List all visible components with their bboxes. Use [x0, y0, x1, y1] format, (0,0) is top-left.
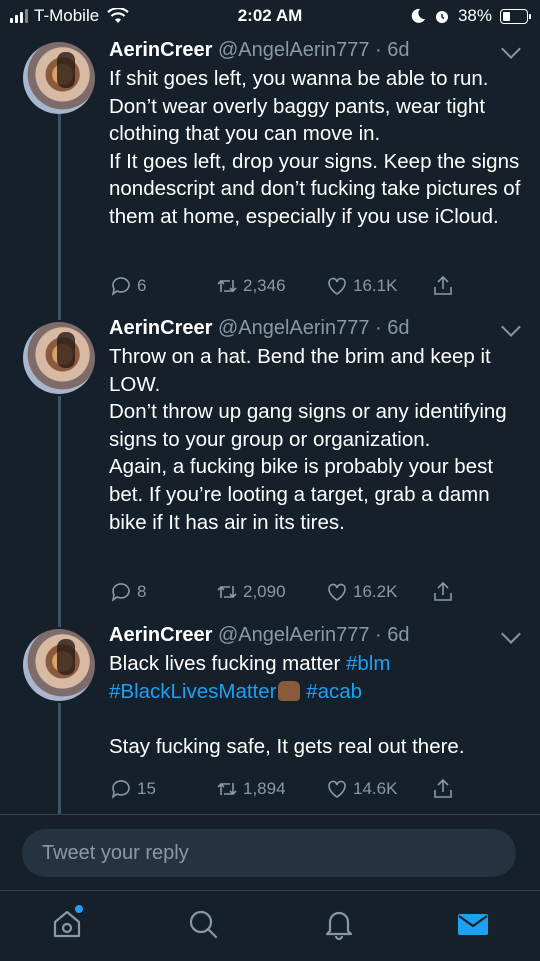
avatar[interactable]	[23, 322, 95, 394]
tweet-line: If It goes left, drop your signs. Keep t…	[109, 149, 521, 228]
tweet-actions: 8 2,090 16.2K	[109, 578, 489, 606]
retweet-count: 1,894	[243, 779, 286, 798]
tweet-header: AerinCreer @AngelAerin777 · 6d	[109, 39, 410, 61]
notifications-icon	[325, 911, 353, 941]
retweet-count: 2,090	[243, 582, 286, 601]
retweet-button[interactable]: 2,346	[215, 274, 286, 298]
reply-icon	[111, 780, 130, 799]
tweet-line: #BlackLivesMatter #acab	[109, 678, 524, 706]
reply-icon	[111, 277, 130, 296]
avatar[interactable]	[23, 42, 95, 114]
share-button[interactable]	[431, 274, 455, 298]
tweet-text: Black lives fucking matter #blm #BlackLi…	[109, 650, 524, 760]
author-name[interactable]: AerinCreer	[109, 39, 212, 61]
thread-line	[58, 615, 61, 627]
thread-line	[58, 703, 61, 814]
tweet-2[interactable]: AerinCreer @AngelAerin777 · 6d Throw on …	[0, 310, 540, 616]
like-button[interactable]: 16.2K	[325, 580, 397, 604]
thread-line	[58, 396, 61, 616]
share-icon	[434, 778, 452, 798]
author-handle[interactable]: @AngelAerin777	[218, 624, 370, 646]
hashtag-blacklivesmatter[interactable]: #BlackLivesMatter	[109, 680, 276, 703]
retweet-button[interactable]: 1,894	[215, 777, 286, 801]
thread-line	[58, 310, 61, 320]
tweet-age: 6d	[387, 317, 410, 339]
hashtag-acab[interactable]: #acab	[306, 680, 362, 703]
author-name[interactable]: AerinCreer	[109, 624, 212, 646]
share-button[interactable]	[431, 777, 455, 801]
tweet-header: AerinCreer @AngelAerin777 · 6d	[109, 317, 410, 339]
tweet-text: Throw on a hat. Bend the brim and keep i…	[109, 343, 524, 536]
tweet-age: 6d	[387, 624, 410, 646]
retweet-icon	[217, 279, 237, 293]
like-count: 16.1K	[353, 276, 398, 295]
share-icon	[434, 275, 452, 295]
like-count: 16.2K	[353, 582, 398, 601]
heart-icon	[328, 780, 346, 798]
like-button[interactable]: 14.6K	[325, 777, 397, 801]
tab-search[interactable]	[186, 907, 220, 941]
reply-input[interactable]: Tweet your reply	[22, 829, 516, 877]
like-button[interactable]: 16.1K	[325, 274, 397, 298]
tweet-actions: 15 1,894 14.6K	[109, 775, 489, 803]
notification-dot	[75, 905, 83, 913]
author-handle[interactable]: @AngelAerin777	[218, 317, 370, 339]
author-handle[interactable]: @AngelAerin777	[218, 39, 370, 61]
moon-icon	[411, 8, 425, 23]
alarm-icon	[435, 11, 448, 23]
tweet-age: 6d	[387, 39, 410, 61]
tweet-line: Black lives fucking matter #blm	[109, 650, 524, 678]
reply-count: 8	[137, 582, 147, 601]
author-name[interactable]: AerinCreer	[109, 317, 212, 339]
reply-button[interactable]: 6	[109, 274, 146, 298]
tweet-line: Don’t throw up gang signs or any identif…	[109, 400, 507, 451]
share-icon	[434, 581, 452, 601]
chevron-down-icon[interactable]	[501, 317, 521, 337]
tweet-text-fragment: Black lives fucking matter	[109, 652, 346, 675]
tab-notifications[interactable]	[322, 907, 356, 941]
chevron-down-icon[interactable]	[501, 39, 521, 59]
retweet-icon	[217, 585, 237, 599]
chevron-down-icon[interactable]	[501, 624, 521, 644]
reply-icon	[111, 583, 130, 602]
battery-icon	[500, 8, 531, 24]
tab-home[interactable]	[50, 905, 84, 941]
tab-messages[interactable]	[456, 907, 490, 941]
tweet-header: AerinCreer @AngelAerin777 · 6d	[109, 624, 410, 646]
messages-icon	[458, 914, 488, 935]
share-button[interactable]	[431, 580, 455, 604]
reply-count: 6	[137, 276, 147, 295]
like-count: 14.6K	[353, 779, 398, 798]
reply-button[interactable]: 8	[109, 580, 146, 604]
retweet-icon	[217, 782, 237, 796]
reply-count: 15	[137, 779, 156, 798]
reply-button[interactable]: 15	[109, 777, 156, 801]
raised-fist-emoji	[278, 680, 301, 701]
heart-icon	[328, 583, 346, 601]
hashtag-blm[interactable]: #blm	[346, 652, 390, 675]
tweet-line: Again, a fucking bike is probably your b…	[109, 455, 494, 534]
reply-bar: Tweet your reply	[0, 814, 540, 891]
avatar[interactable]	[23, 629, 95, 701]
tweet-1[interactable]: AerinCreer @AngelAerin777 · 6d If shit g…	[0, 38, 540, 310]
search-icon	[189, 910, 218, 939]
heart-icon	[328, 277, 346, 295]
tweet-actions: 6 2,346 16.1K	[109, 272, 489, 300]
tab-bar	[0, 890, 540, 961]
tweet-3[interactable]: AerinCreer @AngelAerin777 · 6d Black liv…	[0, 615, 540, 814]
status-right: 38%	[410, 6, 531, 26]
retweet-count: 2,346	[243, 276, 286, 295]
tweet-line: If shit goes left, you wanna be able to …	[109, 67, 489, 146]
thread-line	[58, 114, 61, 310]
tweet-text: If shit goes left, you wanna be able to …	[109, 65, 524, 231]
status-bar: T-Mobile 2:02 AM 38%	[0, 0, 540, 34]
tweet-line: Throw on a hat. Bend the brim and keep i…	[109, 345, 491, 396]
tweet-line: Stay fucking safe, It gets real out ther…	[109, 734, 465, 758]
retweet-button[interactable]: 2,090	[215, 580, 286, 604]
battery-percent: 38%	[457, 6, 492, 25]
